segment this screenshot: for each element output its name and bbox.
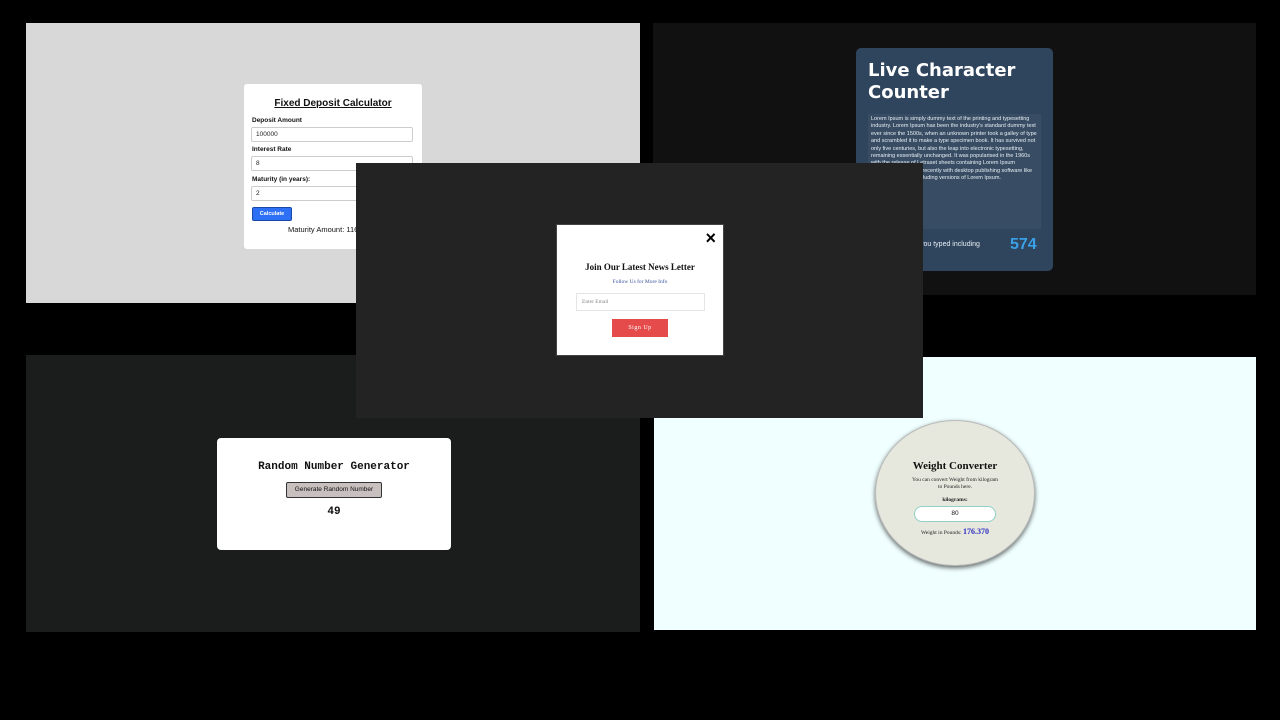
newsletter-subtitle: Follow Us for More Info (612, 279, 668, 285)
maturity-amount-result: Maturity Amount: 116 (288, 225, 359, 234)
character-counter-title: Live Character Counter (868, 60, 1016, 103)
random-number-title: Random Number Generator (258, 461, 410, 473)
maturity-label: Maturity (in years): (252, 176, 311, 183)
calculate-button[interactable]: Calculate (252, 207, 292, 221)
weight-converter-title: Weight Converter (912, 460, 998, 472)
generate-random-number-button[interactable]: Generate Random Number (286, 482, 382, 498)
pounds-result-label: Weight in Pounds: (921, 530, 962, 536)
fixed-deposit-title: Fixed Deposit Calculator (274, 98, 392, 109)
deposit-amount-input[interactable]: 100000 (251, 127, 413, 142)
sign-up-button[interactable]: Sign Up (612, 319, 668, 337)
kilograms-label: kilograms: (942, 497, 968, 503)
newsletter-title: Join Our Latest News Letter (585, 262, 695, 272)
random-number-result: 49 (327, 506, 341, 518)
character-count-value: 574 (1010, 236, 1037, 253)
deposit-amount-label: Deposit Amount (252, 117, 302, 124)
pounds-result: Weight in Pounds: 176.370 (876, 527, 1034, 536)
email-input[interactable]: Enter Email (576, 293, 705, 311)
newsletter-modal: × Join Our Latest News Letter Follow Us … (556, 224, 724, 356)
weight-converter-description: You can convert Weight from kilogram to … (911, 477, 999, 490)
interest-rate-label: Interest Rate (252, 146, 292, 153)
kilograms-input[interactable]: 80 (914, 506, 996, 522)
weight-converter-card: Weight Converter You can convert Weight … (875, 420, 1035, 566)
random-number-card: Random Number Generator Generate Random … (217, 438, 451, 550)
character-count-caption: you typed including (920, 241, 980, 248)
close-icon[interactable]: × (705, 228, 716, 248)
pounds-result-value: 176.370 (962, 527, 989, 536)
newsletter-panel: × Join Our Latest News Letter Follow Us … (356, 163, 923, 418)
